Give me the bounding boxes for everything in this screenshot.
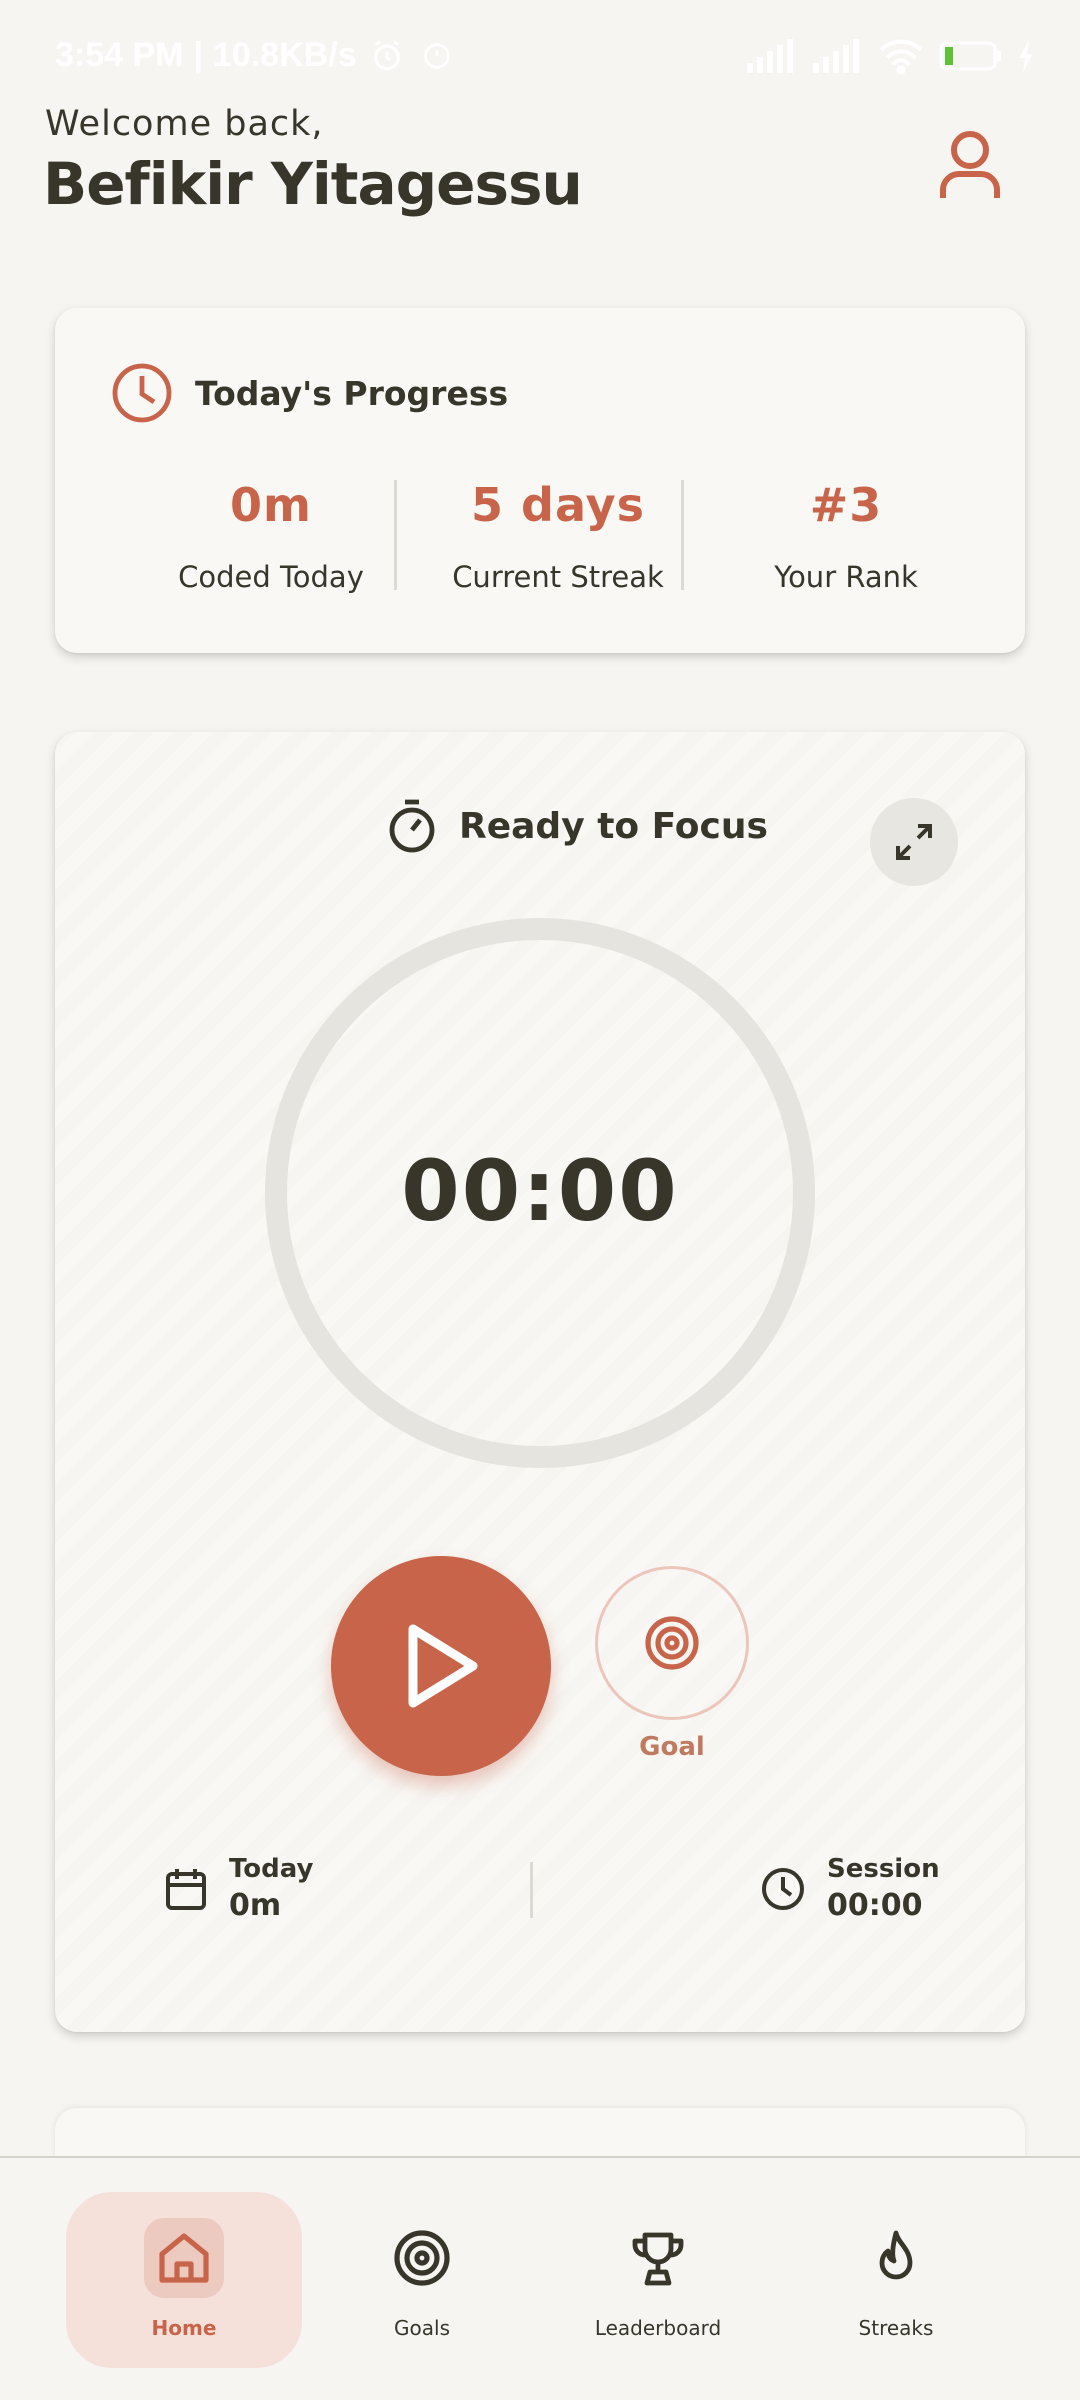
stat-value: 5 days: [471, 478, 645, 532]
stat-coded-today: 0m Coded Today: [126, 478, 416, 594]
play-icon: [408, 1624, 478, 1708]
nav-icon-container: [144, 2218, 224, 2298]
nav-label: Goals: [394, 2316, 450, 2340]
status-right: [745, 38, 1035, 74]
user-name: Befikir Yitagessu: [43, 150, 583, 218]
nav-leaderboard[interactable]: Leaderboard: [540, 2192, 776, 2368]
flame-icon: [879, 2230, 913, 2280]
nav-label: Home: [151, 2316, 217, 2340]
summary-divider: [530, 1862, 533, 1918]
calendar-icon: [166, 1868, 206, 1910]
nav-streaks[interactable]: Streaks: [778, 2192, 1014, 2368]
fullscreen-button[interactable]: [870, 798, 958, 886]
user-icon: [940, 131, 1000, 198]
progress-title-row: Today's Progress: [111, 362, 508, 424]
stopwatch-icon: [389, 799, 435, 853]
status-time: 3:54 PM: [55, 36, 184, 74]
stat-value: #3: [809, 478, 883, 532]
today-summary: Today 0m: [165, 1854, 313, 1923]
timer-title-row: Ready to Focus: [387, 798, 768, 854]
status-bar: 3:54 PM | 10.8KB/s: [0, 0, 1080, 112]
stat-divider: [681, 480, 684, 590]
alarm-icon: [373, 40, 400, 70]
app-screen: 3:54 PM | 10.8KB/s Welcome back, Befikir…: [0, 0, 1080, 2400]
stat-label: Your Rank: [774, 560, 918, 594]
stat-current-streak: 5 days Current Streak: [413, 478, 703, 594]
timer-title: Ready to Focus: [459, 805, 768, 847]
stat-value: 0m: [230, 478, 312, 532]
home-icon: [159, 2233, 209, 2283]
battery-icon: [939, 41, 1001, 71]
charging-icon: [1019, 40, 1033, 72]
session-label: Session: [827, 1854, 940, 1884]
bottom-navigation: Home Goals Leaderboard Streaks: [0, 2156, 1080, 2400]
progress-card: Today's Progress 0m Coded Today 5 days C…: [55, 308, 1025, 653]
stat-label: Current Streak: [452, 560, 664, 594]
stat-label: Coded Today: [178, 560, 364, 594]
nav-home[interactable]: Home: [66, 2192, 302, 2368]
nav-label: Leaderboard: [594, 2316, 722, 2340]
clock-icon: [112, 363, 172, 423]
session-value: 00:00: [827, 1888, 923, 1923]
signal-icon-2: [813, 39, 859, 73]
profile-button[interactable]: [925, 120, 1015, 210]
status-left: 3:54 PM | 10.8KB/s: [55, 36, 457, 75]
signal-icon: [747, 39, 793, 73]
focus-timer-card: Ready to Focus 00:00 Goal Today 0m Sessi…: [55, 732, 1025, 2032]
session-summary: Session 00:00: [761, 1854, 940, 1923]
wifi-icon: [879, 39, 923, 74]
stat-divider: [394, 480, 397, 590]
status-network-speed: 10.8KB/s: [213, 36, 357, 74]
trophy-icon: [632, 2232, 684, 2286]
target-icon: [645, 1616, 699, 1670]
nav-label: Streaks: [858, 2316, 934, 2340]
start-timer-button[interactable]: [331, 1556, 551, 1776]
welcome-text: Welcome back,: [45, 104, 324, 144]
today-summary-text: Today 0m: [229, 1854, 313, 1923]
progress-title: Today's Progress: [195, 373, 509, 413]
timer-status-icon: [423, 42, 450, 69]
goal-button[interactable]: [595, 1566, 749, 1720]
clock-icon: [762, 1867, 804, 1910]
today-value: 0m: [229, 1888, 282, 1923]
nav-icon-container: [618, 2218, 698, 2298]
timer-display: 00:00: [401, 1142, 679, 1240]
status-separator: |: [193, 36, 204, 74]
session-summary-text: Session 00:00: [827, 1854, 940, 1923]
nav-icon-container: [856, 2218, 936, 2298]
today-label: Today: [229, 1854, 314, 1884]
nav-icon-container: [382, 2218, 462, 2298]
nav-goals[interactable]: Goals: [304, 2192, 540, 2368]
expand-icon: [896, 824, 932, 860]
stat-your-rank: #3 Your Rank: [701, 478, 991, 594]
target-icon: [394, 2230, 450, 2286]
goal-label: Goal: [639, 1732, 705, 1762]
